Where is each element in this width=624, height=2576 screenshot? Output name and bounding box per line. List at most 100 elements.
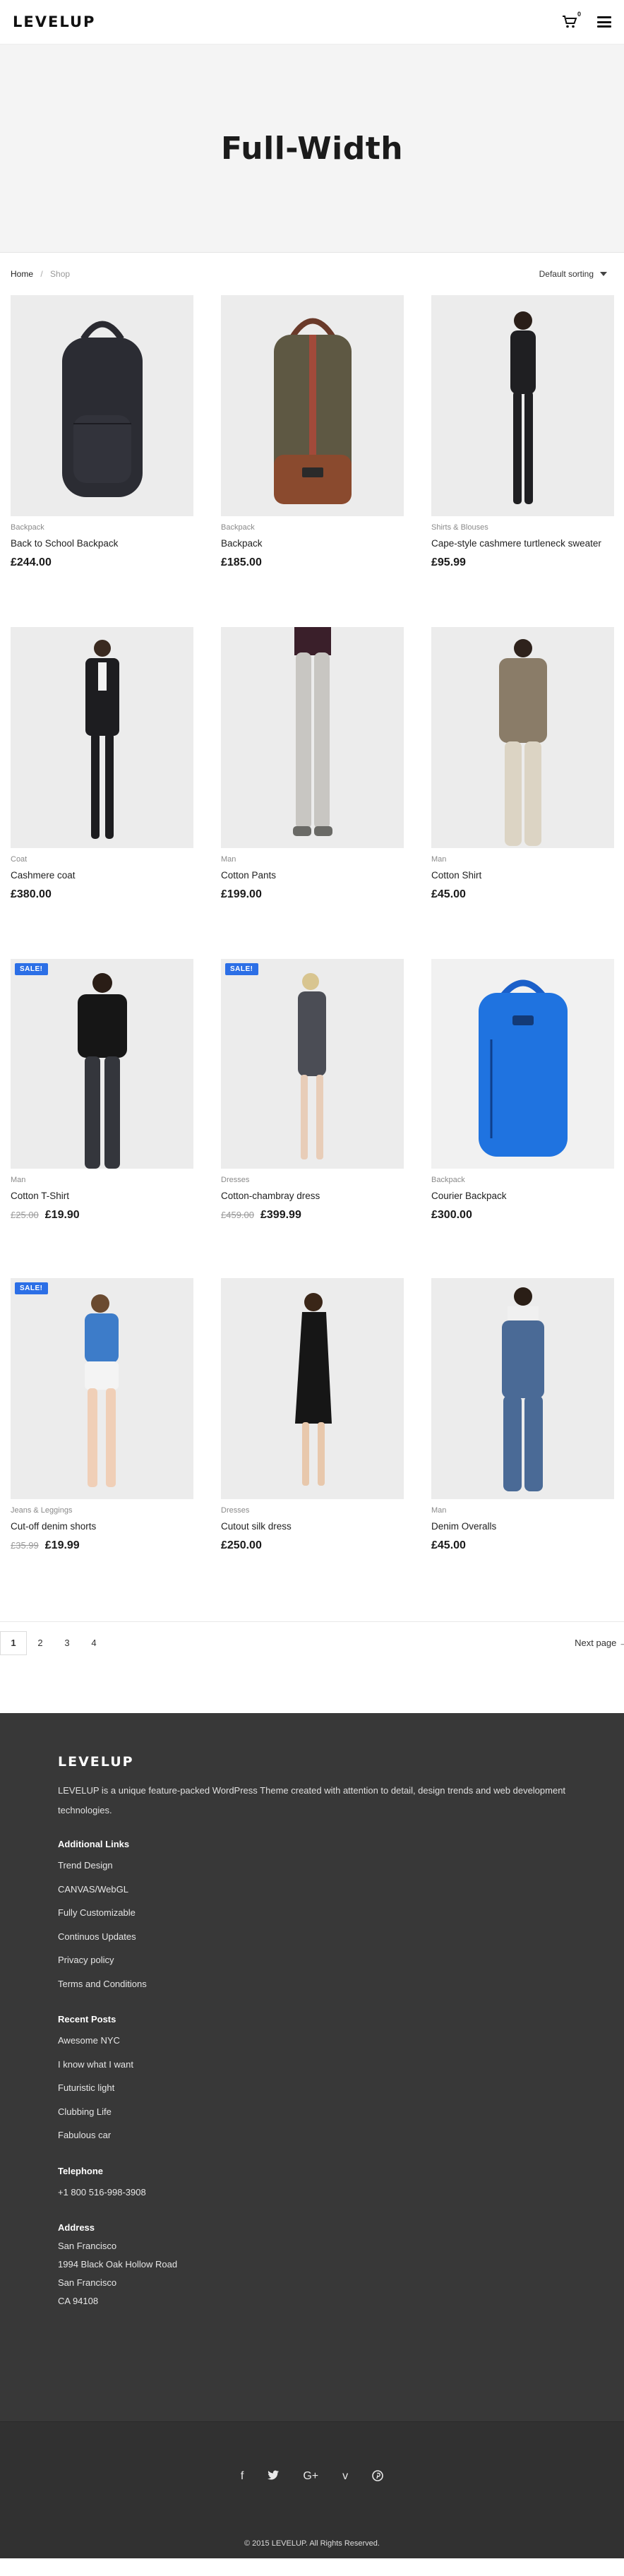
product-name[interactable]: Backpack [221, 537, 404, 550]
footer-logo[interactable]: LEVELUP [58, 1754, 624, 1770]
product-category[interactable]: Jeans & Leggings [11, 1506, 193, 1515]
product-category[interactable]: Coat [11, 855, 193, 864]
menu-icon[interactable] [597, 16, 611, 28]
additional-links-heading: Additional Links [58, 1839, 130, 1849]
product-price: £185.00 [221, 556, 404, 569]
product-name[interactable]: Cutout silk dress [221, 1520, 404, 1533]
product-card: SALE! Dresses Cotton-chambray dress £459… [221, 959, 404, 1278]
page-4[interactable]: 4 [80, 1631, 107, 1655]
product-category[interactable]: Backpack [11, 523, 193, 532]
product-card: Dresses Cutout silk dress £250.00 [221, 1278, 404, 1610]
product-category[interactable]: Backpack [431, 1176, 614, 1184]
google-plus-icon[interactable]: G+ [303, 2470, 318, 2485]
breadcrumb-home[interactable]: Home [11, 269, 33, 279]
telephone-number[interactable]: +1 800 516-998-3908 [58, 2181, 624, 2205]
product-image[interactable] [11, 295, 193, 516]
cart-icon[interactable]: 0 [562, 11, 581, 29]
product-category[interactable]: Man [11, 1176, 193, 1184]
model-image [84, 1294, 119, 1487]
product-image[interactable]: SALE! [11, 959, 193, 1169]
sale-badge: SALE! [225, 963, 258, 975]
address-line: San Francisco [58, 2277, 117, 2288]
facebook-icon[interactable]: f [241, 2470, 244, 2485]
current-price: £250.00 [221, 1539, 262, 1551]
breadcrumb-separator: / [40, 269, 43, 279]
product-image[interactable] [431, 627, 614, 848]
product-card: SALE! Jeans & Leggings Cut-off denim sho… [11, 1278, 193, 1610]
sort-select[interactable]: Default sorting [539, 269, 607, 279]
page: LEVELUP 0 Full-Width Home / Shop Default… [0, 0, 624, 2558]
backpack-image [61, 321, 143, 497]
product-card: Shirts & Blouses Cape-style cashmere tur… [431, 295, 614, 627]
footer-link[interactable]: Terms and Conditions [58, 1972, 624, 1996]
page-1[interactable]: 1 [0, 1630, 27, 1655]
product-card: Man Cotton Pants £199.00 [221, 627, 404, 959]
product-price: £45.00 [431, 1539, 614, 1552]
product-name[interactable]: Cut-off denim shorts [11, 1520, 193, 1533]
product-category[interactable]: Man [431, 855, 614, 864]
model-image [498, 639, 547, 846]
product-card: Man Cotton Shirt £45.00 [431, 627, 614, 959]
product-name[interactable]: Cotton Pants [221, 869, 404, 882]
backpack-image [478, 979, 568, 1157]
product-name[interactable]: Cape-style cashmere turtleneck sweater [431, 537, 614, 550]
twitter-icon[interactable] [268, 2470, 280, 2485]
recent-post-link[interactable]: Awesome NYC [58, 2029, 624, 2053]
model-image [510, 311, 536, 504]
product-image[interactable] [221, 295, 404, 516]
recent-post-link[interactable]: Fabulous car [58, 2123, 624, 2147]
product-image[interactable] [11, 627, 193, 848]
product-name[interactable]: Cashmere coat [11, 869, 193, 882]
product-price: £95.99 [431, 556, 614, 569]
site-logo[interactable]: LEVELUP [13, 13, 95, 30]
page-2[interactable]: 2 [27, 1631, 54, 1655]
product-price: £459.00 £399.99 [221, 1209, 404, 1222]
product-image[interactable]: SALE! [221, 959, 404, 1169]
page-3[interactable]: 3 [54, 1631, 80, 1655]
product-image[interactable] [221, 627, 404, 848]
product-name[interactable]: Back to School Backpack [11, 537, 193, 550]
next-page-link[interactable]: Next page → [575, 1638, 624, 1648]
product-price: £45.00 [431, 888, 614, 901]
header-actions: 0 [562, 11, 611, 29]
backpack-image [273, 318, 352, 504]
product-name[interactable]: Denim Overalls [431, 1520, 614, 1533]
current-price: £19.90 [44, 1209, 80, 1221]
product-name[interactable]: Cotton Shirt [431, 869, 614, 882]
product-image[interactable] [431, 295, 614, 516]
product-category[interactable]: Man [221, 855, 404, 864]
recent-post-link[interactable]: I know what I want [58, 2053, 624, 2077]
product-category[interactable]: Backpack [221, 523, 404, 532]
footer-link[interactable]: Trend Design [58, 1854, 624, 1878]
recent-post-link[interactable]: Clubbing Life [58, 2100, 624, 2124]
site-footer: LEVELUP LEVELUP is a unique feature-pack… [0, 1713, 624, 2421]
footer-link[interactable]: Privacy policy [58, 1948, 624, 1972]
footer-link[interactable]: Fully Customizable [58, 1901, 624, 1925]
product-category[interactable]: Shirts & Blouses [431, 523, 614, 532]
product-name[interactable]: Cotton T-Shirt [11, 1189, 193, 1203]
current-price: £399.99 [260, 1209, 301, 1221]
product-image[interactable] [221, 1278, 404, 1499]
vimeo-icon[interactable]: v [342, 2470, 348, 2485]
pinterest-icon[interactable] [372, 2470, 383, 2485]
footer-link[interactable]: CANVAS/WebGL [58, 1878, 624, 1902]
breadcrumb-current: Shop [50, 269, 71, 279]
footer-link[interactable]: Continuos Updates [58, 1925, 624, 1949]
model-image [85, 640, 119, 839]
product-name[interactable]: Courier Backpack [431, 1189, 614, 1203]
footer-bottom: f G+ v © 2015 LEVELUP. All Rights Reserv… [0, 2421, 624, 2558]
product-name[interactable]: Cotton-chambray dress [221, 1189, 404, 1203]
product-category[interactable]: Dresses [221, 1176, 404, 1184]
product-price: £35.99 £19.99 [11, 1539, 193, 1552]
product-card: Coat Cashmere coat £380.00 [11, 627, 193, 959]
current-price: £380.00 [11, 888, 52, 900]
product-image[interactable] [431, 1278, 614, 1499]
product-image[interactable] [431, 959, 614, 1169]
product-image[interactable]: SALE! [11, 1278, 193, 1499]
product-category[interactable]: Dresses [221, 1506, 404, 1515]
product-card: SALE! Man Cotton T-Shirt £25.00 £19.90 [11, 959, 193, 1278]
current-price: £45.00 [431, 888, 466, 900]
product-category[interactable]: Man [431, 1506, 614, 1515]
recent-post-link[interactable]: Futuristic light [58, 2076, 624, 2100]
copyright: © 2015 LEVELUP. All Rights Reserved. [244, 2539, 380, 2548]
